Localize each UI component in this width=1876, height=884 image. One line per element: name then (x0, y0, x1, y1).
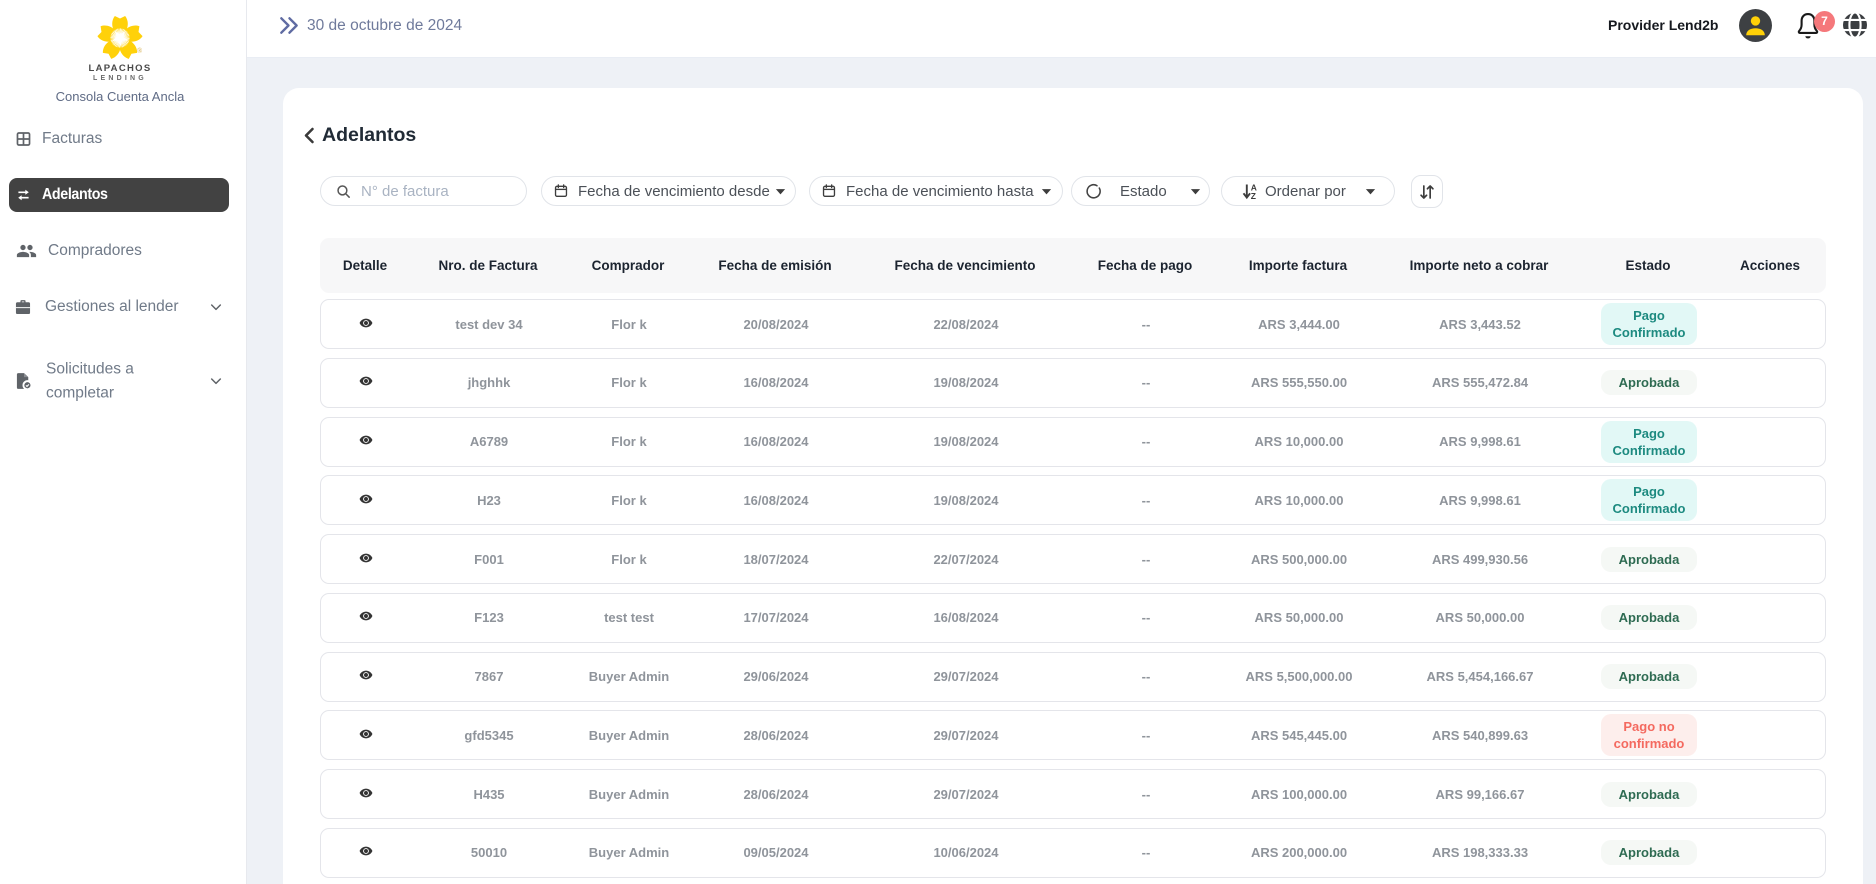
svg-text:Z: Z (1251, 190, 1256, 200)
